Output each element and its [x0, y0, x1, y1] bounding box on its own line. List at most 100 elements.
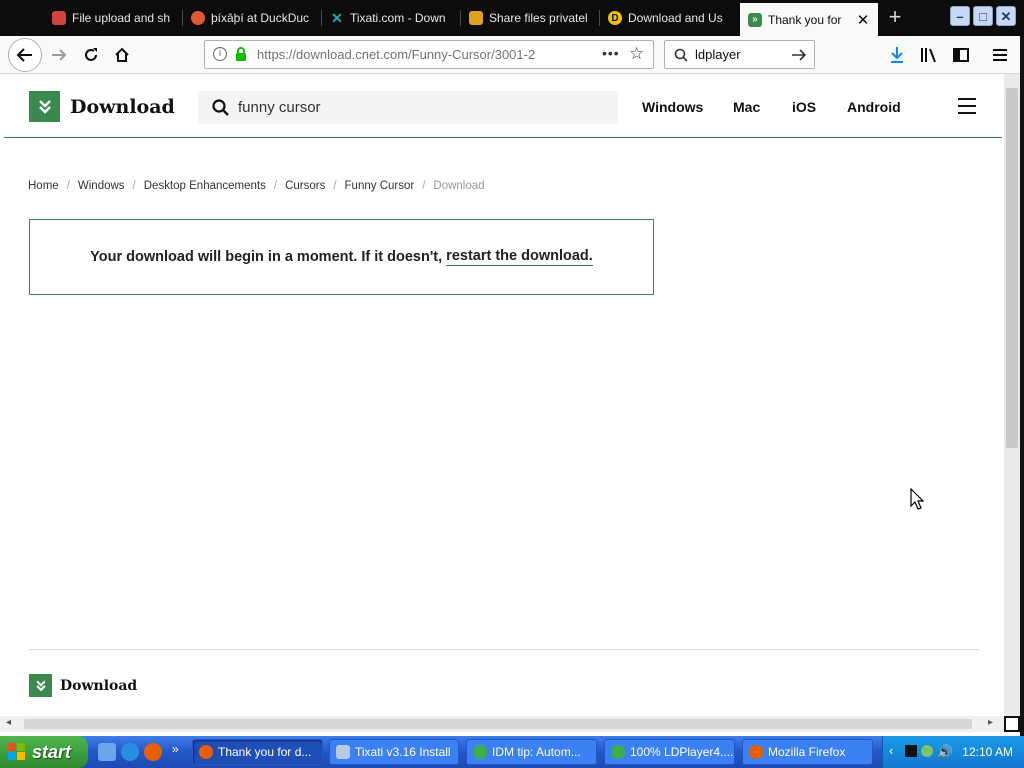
back-arrow-icon	[16, 48, 32, 62]
horizontal-scroll-thumb[interactable]	[24, 719, 972, 729]
idm-icon	[611, 745, 625, 759]
forward-button[interactable]	[44, 40, 74, 70]
reload-icon	[85, 48, 97, 61]
breadcrumb-windows[interactable]: Windows	[78, 180, 125, 192]
show-desktop-icon[interactable]	[98, 743, 116, 761]
site-logo[interactable]: Download	[29, 91, 175, 122]
tab-thank-you-active[interactable]: » Thank you for ✕	[740, 3, 878, 36]
tab-title: þíxâþí at DuckDuc	[211, 11, 310, 25]
vertical-scrollbar[interactable]	[1004, 74, 1020, 716]
site-menu-icon[interactable]	[958, 98, 976, 114]
restart-download-link[interactable]: restart the download.	[446, 248, 593, 266]
footer-logo-text: Download	[60, 677, 138, 694]
library-button[interactable]	[914, 40, 944, 70]
breadcrumb-separator: /	[422, 180, 426, 192]
duckduckgo-icon	[191, 11, 205, 25]
scrollbar-corner	[1004, 716, 1020, 732]
search-go-arrow-icon[interactable]	[791, 48, 807, 62]
breadcrumb-funny-cursor[interactable]: Funny Cursor	[345, 180, 415, 192]
forward-arrow-icon	[52, 49, 67, 61]
hamburger-menu-icon	[993, 49, 1007, 61]
mouse-cursor-icon	[910, 488, 924, 510]
tixati-icon: ✕	[331, 9, 343, 26]
reload-button[interactable]	[76, 40, 106, 70]
footer-logo[interactable]: Download	[29, 674, 137, 697]
info-icon[interactable]: i	[213, 47, 227, 61]
breadcrumb-cursors[interactable]: Cursors	[285, 180, 325, 192]
site-header: Download funny cursor Windows Mac iOS An…	[4, 74, 1002, 138]
ldplayer-icon: D	[608, 11, 622, 25]
taskbar-item-thank-you[interactable]: Thank you for d...	[192, 739, 323, 765]
windows-flag-icon	[8, 743, 26, 761]
nav-windows[interactable]: Windows	[642, 99, 703, 115]
minimize-window-button[interactable]: –	[950, 6, 970, 26]
new-tab-button[interactable]: +	[884, 6, 906, 28]
firefox-icon	[199, 745, 213, 759]
scroll-right-icon[interactable]: ▸	[988, 717, 993, 728]
browser-navigation-bar: i https://download.cnet.com/Funny-Cursor…	[0, 36, 1024, 74]
tab-tixati[interactable]: ✕ Tixati.com - Down	[322, 4, 461, 32]
taskbar-item-tixati[interactable]: Tixati v3.16 Install	[329, 739, 459, 765]
tab-title: Download and Us	[628, 11, 723, 25]
idm-icon	[473, 745, 487, 759]
tab-ldplayer[interactable]: D Download and Us	[600, 4, 739, 32]
firefox-icon[interactable]	[144, 743, 162, 761]
site-search-value: funny cursor	[238, 99, 321, 116]
internet-explorer-icon[interactable]	[121, 743, 139, 761]
taskbar-item-label: Mozilla Firefox	[768, 745, 846, 759]
lock-icon[interactable]	[235, 47, 247, 61]
taskbar-item-ldplayer[interactable]: 100% LDPlayer4....	[604, 739, 735, 765]
tab-title: Thank you for	[768, 12, 842, 27]
tray-app-icon[interactable]	[905, 745, 917, 757]
tab-file-upload[interactable]: File upload and sh	[44, 4, 183, 32]
tray-expand-icon[interactable]: ‹	[889, 743, 893, 758]
download-site-icon: »	[748, 12, 762, 27]
download-logo-icon	[29, 91, 60, 122]
back-button[interactable]	[8, 38, 42, 72]
start-button[interactable]: start	[0, 736, 88, 768]
taskbar-item-idm[interactable]: IDM tip: Autom...	[466, 739, 597, 765]
tab-title: Tixati.com - Down	[350, 11, 446, 25]
taskbar-item-label: 100% LDPlayer4....	[630, 745, 734, 759]
sidebar-icon	[953, 48, 969, 62]
tray-network-icon[interactable]	[921, 745, 933, 757]
taskbar-item-label: Thank you for d...	[218, 745, 312, 759]
close-window-button[interactable]: ✕	[996, 6, 1016, 26]
vertical-scroll-thumb[interactable]	[1006, 88, 1018, 448]
maximize-window-button[interactable]: □	[973, 6, 993, 26]
tab-share-files[interactable]: Share files privatel	[461, 4, 600, 32]
page-actions-icon[interactable]: •••	[602, 45, 620, 61]
tab-duckduckgo[interactable]: þíxâþí at DuckDuc	[183, 4, 322, 32]
breadcrumb-desktop-enhancements[interactable]: Desktop Enhancements	[144, 180, 266, 192]
breadcrumb-separator: /	[273, 180, 278, 192]
nav-android[interactable]: Android	[847, 99, 901, 115]
scroll-left-icon[interactable]: ◂	[6, 717, 11, 728]
installer-icon	[336, 745, 350, 759]
bookmark-star-icon[interactable]: ☆	[629, 44, 644, 64]
close-tab-icon[interactable]: ✕	[854, 11, 872, 29]
sidebar-toggle-button[interactable]	[946, 40, 976, 70]
home-button[interactable]	[107, 40, 137, 70]
home-icon	[115, 47, 129, 62]
system-tray: ‹ 🔊 12:10 AM	[882, 736, 1024, 768]
address-bar[interactable]: i https://download.cnet.com/Funny-Cursor…	[204, 40, 654, 69]
volume-icon[interactable]: 🔊	[937, 744, 953, 760]
breadcrumb: Home / Windows / Desktop Enhancements / …	[28, 180, 485, 192]
taskbar-item-label: Tixati v3.16 Install	[355, 745, 451, 759]
menu-button[interactable]	[985, 40, 1015, 70]
more-quicklaunch-icon[interactable]: »	[172, 742, 179, 756]
nav-mac[interactable]: Mac	[733, 99, 760, 115]
downloads-button[interactable]	[882, 40, 912, 70]
horizontal-scrollbar[interactable]: ◂ ▸	[0, 716, 1004, 732]
site-search-input[interactable]: funny cursor	[198, 91, 618, 124]
search-bar[interactable]: ldplayer	[664, 40, 815, 69]
web-page-content: Download funny cursor Windows Mac iOS An…	[0, 74, 1004, 716]
taskbar-item-label: IDM tip: Autom...	[492, 745, 581, 759]
breadcrumb-home[interactable]: Home	[28, 180, 59, 192]
taskbar-item-firefox[interactable]: Mozilla Firefox	[742, 739, 873, 765]
nav-ios[interactable]: iOS	[792, 99, 816, 115]
taskbar-clock[interactable]: 12:10 AM	[962, 745, 1013, 759]
windows-taskbar: start » Thank you for d... Tixati v3.16 …	[0, 736, 1024, 768]
search-input-value: ldplayer	[695, 47, 741, 62]
start-label: start	[32, 741, 72, 762]
